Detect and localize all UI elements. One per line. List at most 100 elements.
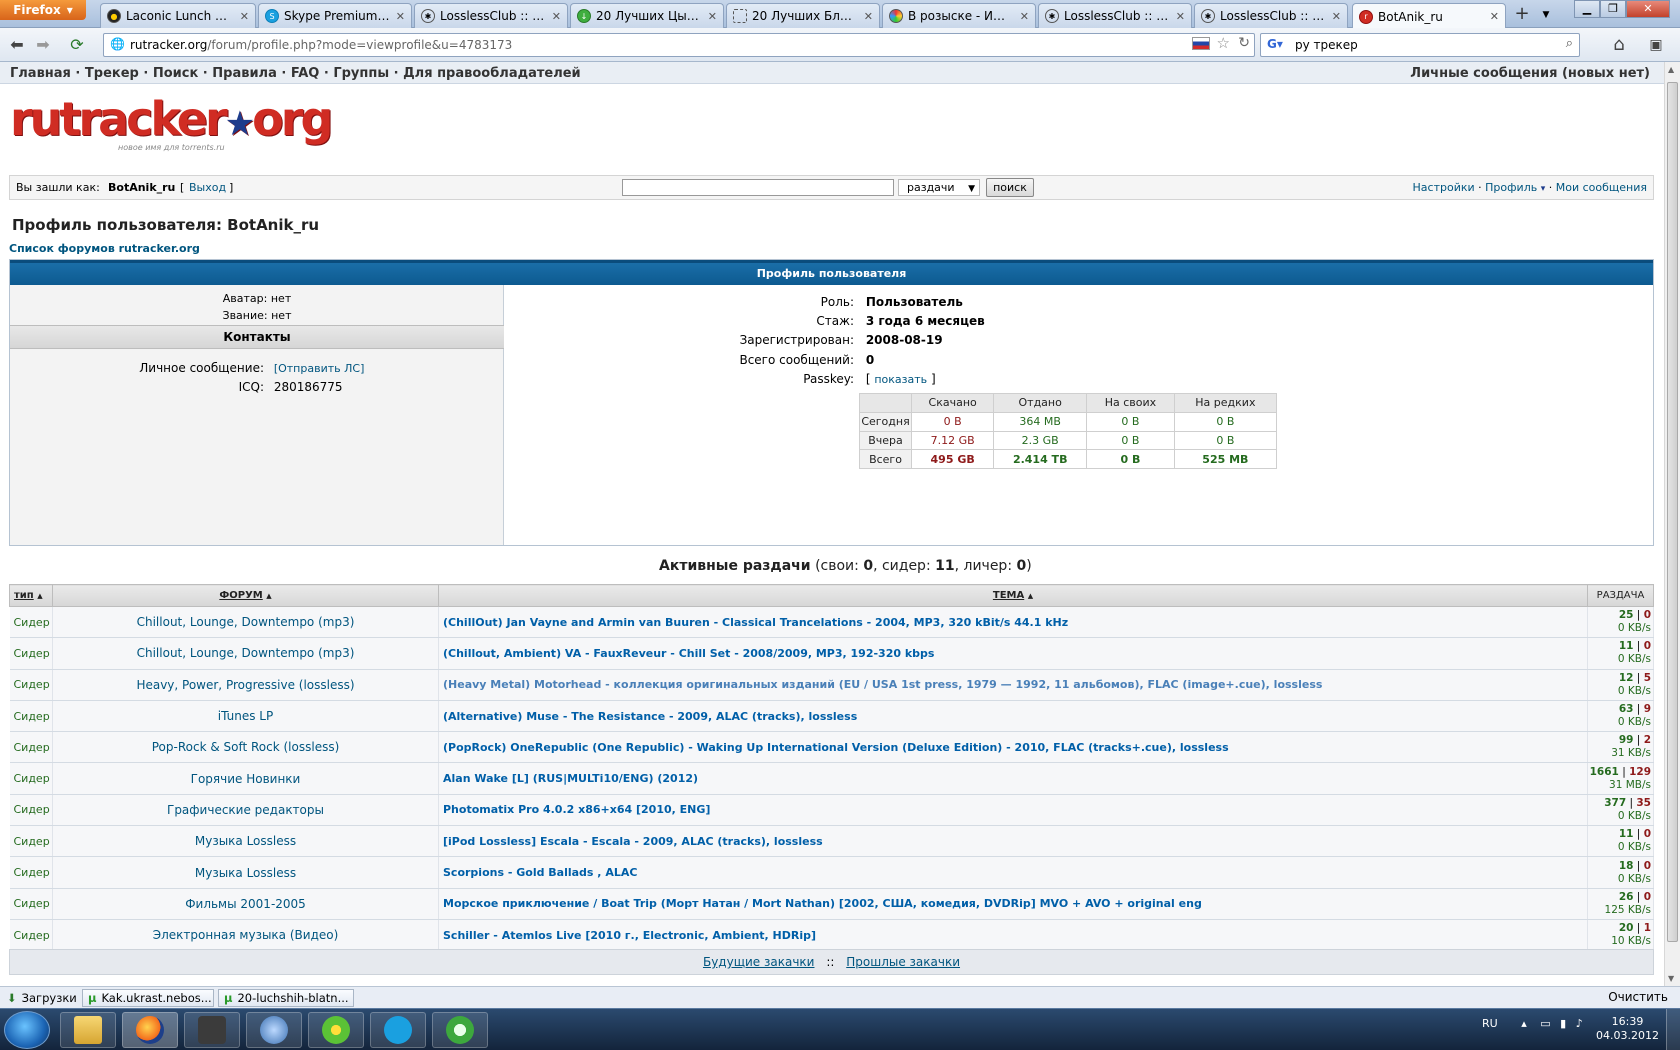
tab-close-icon[interactable]: ✕ [552, 10, 561, 23]
future-downloads-link[interactable]: Будущие закачки [703, 955, 815, 969]
clear-downloads-button[interactable]: Очистить [1608, 990, 1668, 1004]
seed-forum-link[interactable]: Chillout, Lounge, Downtempo (mp3) [52, 637, 439, 670]
tab-wanted[interactable]: В розыске - Ищем... ✕ [882, 3, 1036, 28]
taskbar-icq[interactable] [308, 1012, 364, 1048]
past-downloads-link[interactable]: Прошлые закачки [846, 955, 960, 969]
tab-botanik-profile[interactable]: r BotAnik_ru ✕ [1352, 3, 1506, 29]
seed-forum-link[interactable]: Pop-Rock & Soft Rock (lossless) [52, 731, 439, 764]
network-icon[interactable]: ▭ [1540, 1017, 1550, 1030]
seed-forum-link[interactable]: Графические редакторы [52, 794, 439, 827]
tab-skype-premium[interactable]: S Skype Premium - н... ✕ [258, 3, 412, 28]
my-posts-link[interactable]: Мои сообщения [1556, 181, 1647, 194]
column-header-topic[interactable]: ТЕМА ▲ [438, 584, 1588, 607]
tab-list-chevron-icon[interactable]: ▼ [1538, 4, 1554, 26]
maximize-icon[interactable]: ❐ [1600, 0, 1626, 18]
download-item[interactable]: µ Kak.ukrast.nebos... [82, 989, 214, 1007]
profile-menu-icon[interactable]: ▾ [1541, 184, 1546, 194]
back-icon[interactable]: ⬅ [6, 34, 28, 56]
search-icon[interactable]: ⌕ [1566, 36, 1573, 51]
search-button[interactable]: поиск [986, 178, 1034, 197]
tab-losslessclub-register[interactable]: ✱ LosslessClub :: Реги... ✕ [1038, 3, 1192, 28]
private-messages-status[interactable]: Личные сообщения (новых нет) [1410, 66, 1650, 81]
search-scope-select[interactable]: раздачи ▼ [898, 179, 980, 196]
tab-losslessclub-other[interactable]: ✱ LosslessClub :: При... ✕ [1194, 3, 1348, 28]
seed-topic-link[interactable]: Photomatix Pro 4.0.2 x86+x64 [2010, ENG] [438, 794, 1588, 827]
profile-link[interactable]: Профиль [1485, 181, 1537, 194]
start-button[interactable] [4, 1011, 50, 1049]
seed-forum-link[interactable]: Chillout, Lounge, Downtempo (mp3) [52, 606, 439, 639]
tab-close-icon[interactable]: ✕ [708, 10, 717, 23]
seed-forum-link[interactable]: Heavy, Power, Progressive (lossless) [52, 669, 439, 701]
scrollbar-thumb[interactable] [1667, 82, 1678, 942]
taskbar-firefox[interactable] [122, 1012, 178, 1048]
settings-link[interactable]: Настройки [1413, 181, 1475, 194]
url-bar[interactable]: 🌐 rutracker.org/forum/profile.php?mode=v… [103, 33, 1255, 57]
passkey-show-link[interactable]: показать [874, 373, 927, 386]
taskbar-world-of-tanks[interactable] [184, 1012, 240, 1048]
tab-gypsy-songs[interactable]: ↓ 20 Лучших Цыганс... ✕ [570, 3, 724, 28]
seed-topic-link[interactable]: (ChillOut) Jan Vayne and Armin van Buure… [438, 606, 1588, 639]
column-header-forum[interactable]: ФОРУМ ▲ [52, 584, 439, 607]
tab-close-icon[interactable]: ✕ [1332, 10, 1341, 23]
tab-close-icon[interactable]: ✕ [396, 10, 405, 23]
logout-link[interactable]: Выход [189, 181, 226, 194]
bookmark-star-icon[interactable]: ☆ [1217, 34, 1230, 52]
forward-icon[interactable]: ➡ [32, 34, 54, 56]
tab-close-icon[interactable]: ✕ [1490, 10, 1499, 23]
seed-forum-link[interactable]: iTunes LP [52, 700, 439, 733]
site-nav-links[interactable]: Главная · Трекер · Поиск · Правила · FAQ… [10, 66, 581, 81]
seed-forum-link[interactable]: Электронная музыка (Видео) [52, 919, 439, 952]
new-tab-button[interactable]: + [1508, 4, 1536, 26]
seed-topic-link[interactable]: (Chillout, Ambient) VA - FauxReveur - Ch… [438, 637, 1588, 670]
reload-icon[interactable]: ↻ [1238, 35, 1250, 51]
seed-topic-link[interactable]: Alan Wake [L] (RUS|MULTi10/ENG) (2012) [438, 762, 1588, 795]
google-icon[interactable]: G▾ [1267, 37, 1283, 51]
firefox-menu-button[interactable]: Firefox ▾ [0, 0, 86, 20]
seed-forum-link[interactable]: Музыка Lossless [52, 825, 439, 858]
site-search-input[interactable] [622, 179, 894, 196]
signal-icon[interactable]: ▮ [1560, 1017, 1566, 1030]
browser-search-bar[interactable]: G▾ ру трекер ⌕ [1260, 33, 1580, 57]
taskbar-utorrent[interactable] [432, 1012, 488, 1048]
page-scrollbar[interactable]: ▲ ▼ [1664, 62, 1680, 986]
addon-bar-icon[interactable]: ▣ [1645, 34, 1667, 56]
taskbar-steam[interactable] [246, 1012, 302, 1048]
send-pm-link[interactable]: [Отправить ЛС] [274, 362, 365, 375]
tab-laconic-lunch-box[interactable]: ● Laconic Lunch Box ... ✕ [100, 3, 256, 28]
home-icon[interactable]: ⌂ [1608, 34, 1630, 56]
seed-topic-link[interactable]: [iPod Lossless] Escala - Escala - 2009, … [438, 825, 1588, 858]
page-action-icon[interactable]: ⟳ [66, 34, 88, 56]
seed-forum-link[interactable]: Музыка Lossless [52, 856, 439, 889]
login-username[interactable]: BotAnik_ru [108, 181, 175, 194]
forum-list-link[interactable]: Список форумов rutracker.org [9, 242, 200, 255]
taskbar-explorer[interactable] [60, 1012, 116, 1048]
seed-topic-link[interactable]: (PopRock) OneRepublic (One Republic) - W… [438, 731, 1588, 764]
seed-topic-link[interactable]: (Heavy Metal) Motorhead - коллекция ориг… [438, 669, 1588, 701]
tab-close-icon[interactable]: ✕ [1176, 10, 1185, 23]
tab-blatnye-songs[interactable]: 20 Лучших Блатны... ✕ [726, 3, 880, 28]
site-identity-icon[interactable]: 🌐 [110, 37, 125, 51]
downloads-toggle[interactable]: ⬇ Загрузки [2, 989, 76, 1007]
tab-close-icon[interactable]: ✕ [864, 10, 873, 23]
tab-losslessclub-main[interactable]: ✱ LosslessClub :: Глав... ✕ [414, 3, 568, 28]
seed-topic-link[interactable]: Schiller - Atemlos Live [2010 г., Electr… [438, 919, 1588, 952]
volume-icon[interactable]: ♪ [1576, 1017, 1583, 1030]
scroll-up-icon[interactable]: ▲ [1668, 65, 1674, 74]
tray-expand-icon[interactable]: ▴ [1521, 1017, 1527, 1030]
show-desktop-button[interactable] [1666, 1009, 1680, 1050]
column-header-type[interactable]: тип ▲ [9, 584, 53, 607]
seed-topic-link[interactable]: Scorpions - Gold Ballads , ALAC [438, 856, 1588, 889]
window-close-icon[interactable]: ✕ [1626, 0, 1670, 18]
rutracker-logo[interactable]: rutracker★org [10, 92, 333, 146]
tab-close-icon[interactable]: ✕ [1020, 10, 1029, 23]
tab-close-icon[interactable]: ✕ [240, 10, 249, 23]
download-item[interactable]: µ 20-luchshih-blatn... [218, 989, 354, 1007]
seed-topic-link[interactable]: Морское приключение / Boat Trip (Морт На… [438, 888, 1588, 920]
scroll-down-icon[interactable]: ▼ [1668, 974, 1674, 983]
seed-forum-link[interactable]: Фильмы 2001-2005 [52, 888, 439, 920]
taskbar-clock[interactable]: 16:39 04.03.2012 [1596, 1015, 1659, 1043]
taskbar-skype[interactable] [370, 1012, 426, 1048]
minimize-icon[interactable]: ▁ [1574, 0, 1600, 18]
seed-forum-link[interactable]: Горячие Новинки [52, 762, 439, 795]
seed-topic-link[interactable]: (Alternative) Muse - The Resistance - 20… [438, 700, 1588, 733]
